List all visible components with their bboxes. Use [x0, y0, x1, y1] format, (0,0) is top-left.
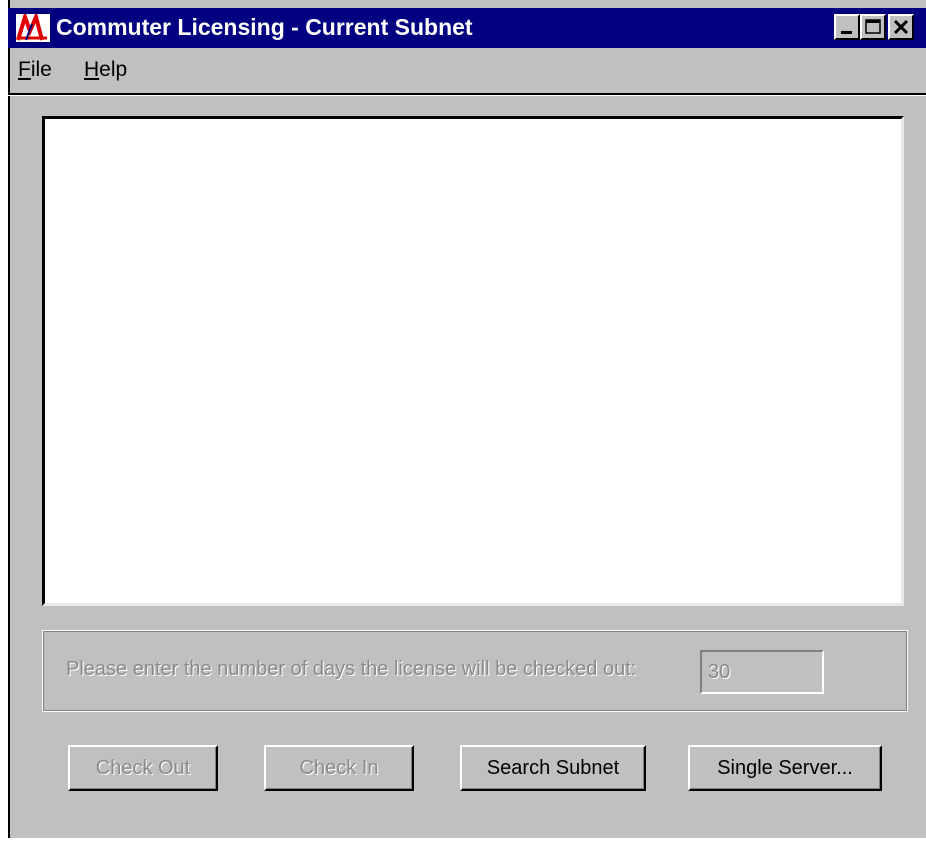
menu-file[interactable]: File [18, 58, 52, 82]
single-server-button[interactable]: Single Server... [688, 745, 882, 791]
minimize-icon [841, 31, 852, 34]
check-out-button[interactable]: Check Out [68, 745, 218, 791]
maximize-button[interactable] [860, 14, 886, 40]
search-subnet-button[interactable]: Search Subnet [460, 745, 646, 791]
menu-bar: File Help [8, 52, 926, 90]
check-in-button[interactable]: Check In [264, 745, 414, 791]
commuter-licensing-window: Commuter Licensing - Current Subnet File… [0, 0, 926, 842]
days-label: Please enter the number of days the lice… [66, 658, 637, 680]
license-list[interactable] [42, 116, 904, 606]
close-icon [893, 19, 909, 35]
menu-help-mnemonic: H [84, 58, 100, 81]
menu-file-label: ile [30, 58, 52, 81]
menu-separator [8, 93, 926, 96]
minimize-button[interactable] [834, 14, 860, 40]
days-input[interactable] [700, 650, 824, 694]
menu-help-label: elp [99, 58, 128, 81]
title-bar[interactable]: Commuter Licensing - Current Subnet [8, 8, 926, 48]
app-logo-icon [16, 14, 50, 42]
window-bottom-edge [8, 838, 926, 842]
close-button[interactable] [888, 14, 914, 40]
menu-help[interactable]: Help [84, 58, 127, 82]
window-title: Commuter Licensing - Current Subnet [56, 14, 473, 40]
checkout-days-group: Please enter the number of days the lice… [42, 630, 908, 712]
maximize-icon [865, 19, 881, 34]
menu-file-mnemonic: F [18, 58, 31, 81]
